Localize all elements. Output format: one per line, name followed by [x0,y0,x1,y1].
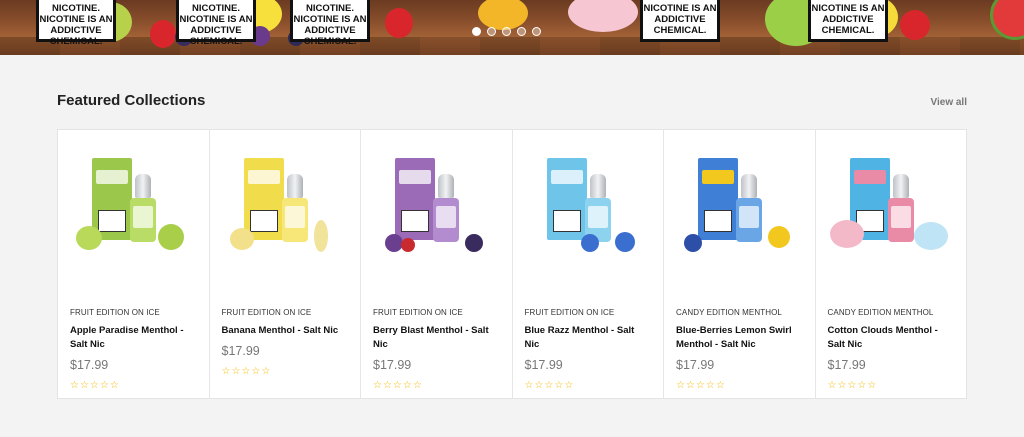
banner-cotton-candy [568,0,638,32]
slide-dot[interactable] [532,27,541,36]
nicotine-warning-label: NICOTINE. NICOTINE IS AN ADDICTIVE CHEMI… [36,0,116,47]
banner-watermelon [990,0,1024,40]
star-rating: ☆☆☆☆☆ [676,380,726,391]
product-price: $17.99 [524,358,563,372]
product-category: FRUIT EDITION ON ICE [373,308,463,317]
product-category: CANDY EDITION MENTHOL [676,308,782,317]
star-rating: ☆☆☆☆☆ [221,366,272,377]
product-bottle [584,174,611,242]
slide-dot[interactable] [487,27,496,36]
product-card[interactable]: FRUIT EDITION ON ICE Berry Blast Menthol… [361,130,513,398]
nicotine-warning-label: NICOTINE IS AN ADDICTIVE CHEMICAL. [640,0,720,42]
product-bottle [736,174,762,242]
section-title: Featured Collections [57,92,206,109]
nicotine-warning-label: NICOTINE IS AN ADDICTIVE CHEMICAL. [808,0,888,42]
product-price: $17.99 [373,358,412,372]
product-name[interactable]: Apple Paradise Menthol - Salt Nic [70,324,197,352]
product-box [243,158,284,240]
product-price: $17.99 [70,358,109,372]
banner-strawberry [150,20,176,48]
fruit-decoration [465,234,483,252]
product-name[interactable]: Blue-Berries Lemon Swirl Menthol - Salt … [676,324,803,352]
slide-dot[interactable] [517,27,526,36]
product-price: $17.99 [221,344,260,358]
product-name[interactable]: Blue Razz Menthol - Salt Nic [525,324,652,352]
product-image[interactable] [373,154,500,274]
product-category: FRUIT EDITION ON ICE [70,308,160,317]
product-grid: FRUIT EDITION ON ICE Apple Paradise Ment… [57,129,967,399]
product-image[interactable] [676,154,803,274]
star-rating: ☆☆☆☆☆ [70,380,120,391]
banner-strawberry [385,8,413,38]
product-box [698,158,738,240]
fruit-decoration [76,226,102,250]
product-box [546,158,587,240]
fruit-decoration [768,226,790,248]
product-image[interactable] [525,154,652,274]
product-price: $17.99 [676,358,715,372]
fruit-decoration [829,220,864,248]
product-category: CANDY EDITION MENTHOL [827,308,934,317]
fruit-decoration [580,234,599,252]
fruit-decoration [158,224,184,250]
product-bottle [130,174,156,242]
product-image[interactable] [222,154,349,274]
slideshow-dots [472,27,541,36]
banner-mango [478,0,528,30]
fruit-decoration [229,228,254,250]
product-bottle [281,174,308,242]
product-image[interactable] [70,154,197,274]
section-header: Featured Collections View all [57,92,967,116]
featured-collections-section: Featured Collections View all FRUIT EDIT… [57,92,967,399]
product-image[interactable] [828,154,955,274]
product-box [395,158,435,240]
product-name[interactable]: Berry Blast Menthol - Salt Nic [373,324,500,352]
hero-banner[interactable]: NICOTINE. NICOTINE IS AN ADDICTIVE CHEMI… [0,0,1024,55]
product-card[interactable]: CANDY EDITION MENTHOL Blue-Berries Lemon… [664,130,816,398]
product-price: $17.99 [827,358,866,372]
product-name[interactable]: Cotton Clouds Menthol - Salt Nic [828,324,955,352]
fruit-decoration [913,222,948,250]
product-bottle [433,174,459,242]
product-card[interactable]: FRUIT EDITION ON ICE Apple Paradise Ment… [58,130,210,398]
product-bottle [887,174,914,242]
product-box [92,158,132,240]
nicotine-warning-label: NICOTINE. NICOTINE IS AN ADDICTIVE CHEMI… [290,0,370,47]
view-all-link[interactable]: View all [930,97,967,108]
nicotine-warning-label: NICOTINE. NICOTINE IS AN ADDICTIVE CHEMI… [176,0,256,47]
slide-dot[interactable] [472,27,481,36]
product-card[interactable]: FRUIT EDITION ON ICE Banana Menthol - Sa… [210,130,361,398]
product-card[interactable]: FRUIT EDITION ON ICE Blue Razz Menthol -… [513,130,664,398]
star-rating: ☆☆☆☆☆ [524,380,575,391]
fruit-decoration [313,220,328,252]
product-category: FRUIT EDITION ON ICE [524,308,615,317]
product-name[interactable]: Banana Menthol - Salt Nic [222,324,349,338]
slide-dot[interactable] [502,27,511,36]
star-rating: ☆☆☆☆☆ [373,380,423,391]
product-category: FRUIT EDITION ON ICE [221,308,312,317]
fruit-decoration [614,232,635,252]
fruit-decoration [684,234,702,252]
banner-strawberry [900,10,930,40]
product-card[interactable]: CANDY EDITION MENTHOL Cotton Clouds Ment… [816,130,967,398]
star-rating: ☆☆☆☆☆ [827,380,878,391]
fruit-decoration [401,238,415,252]
